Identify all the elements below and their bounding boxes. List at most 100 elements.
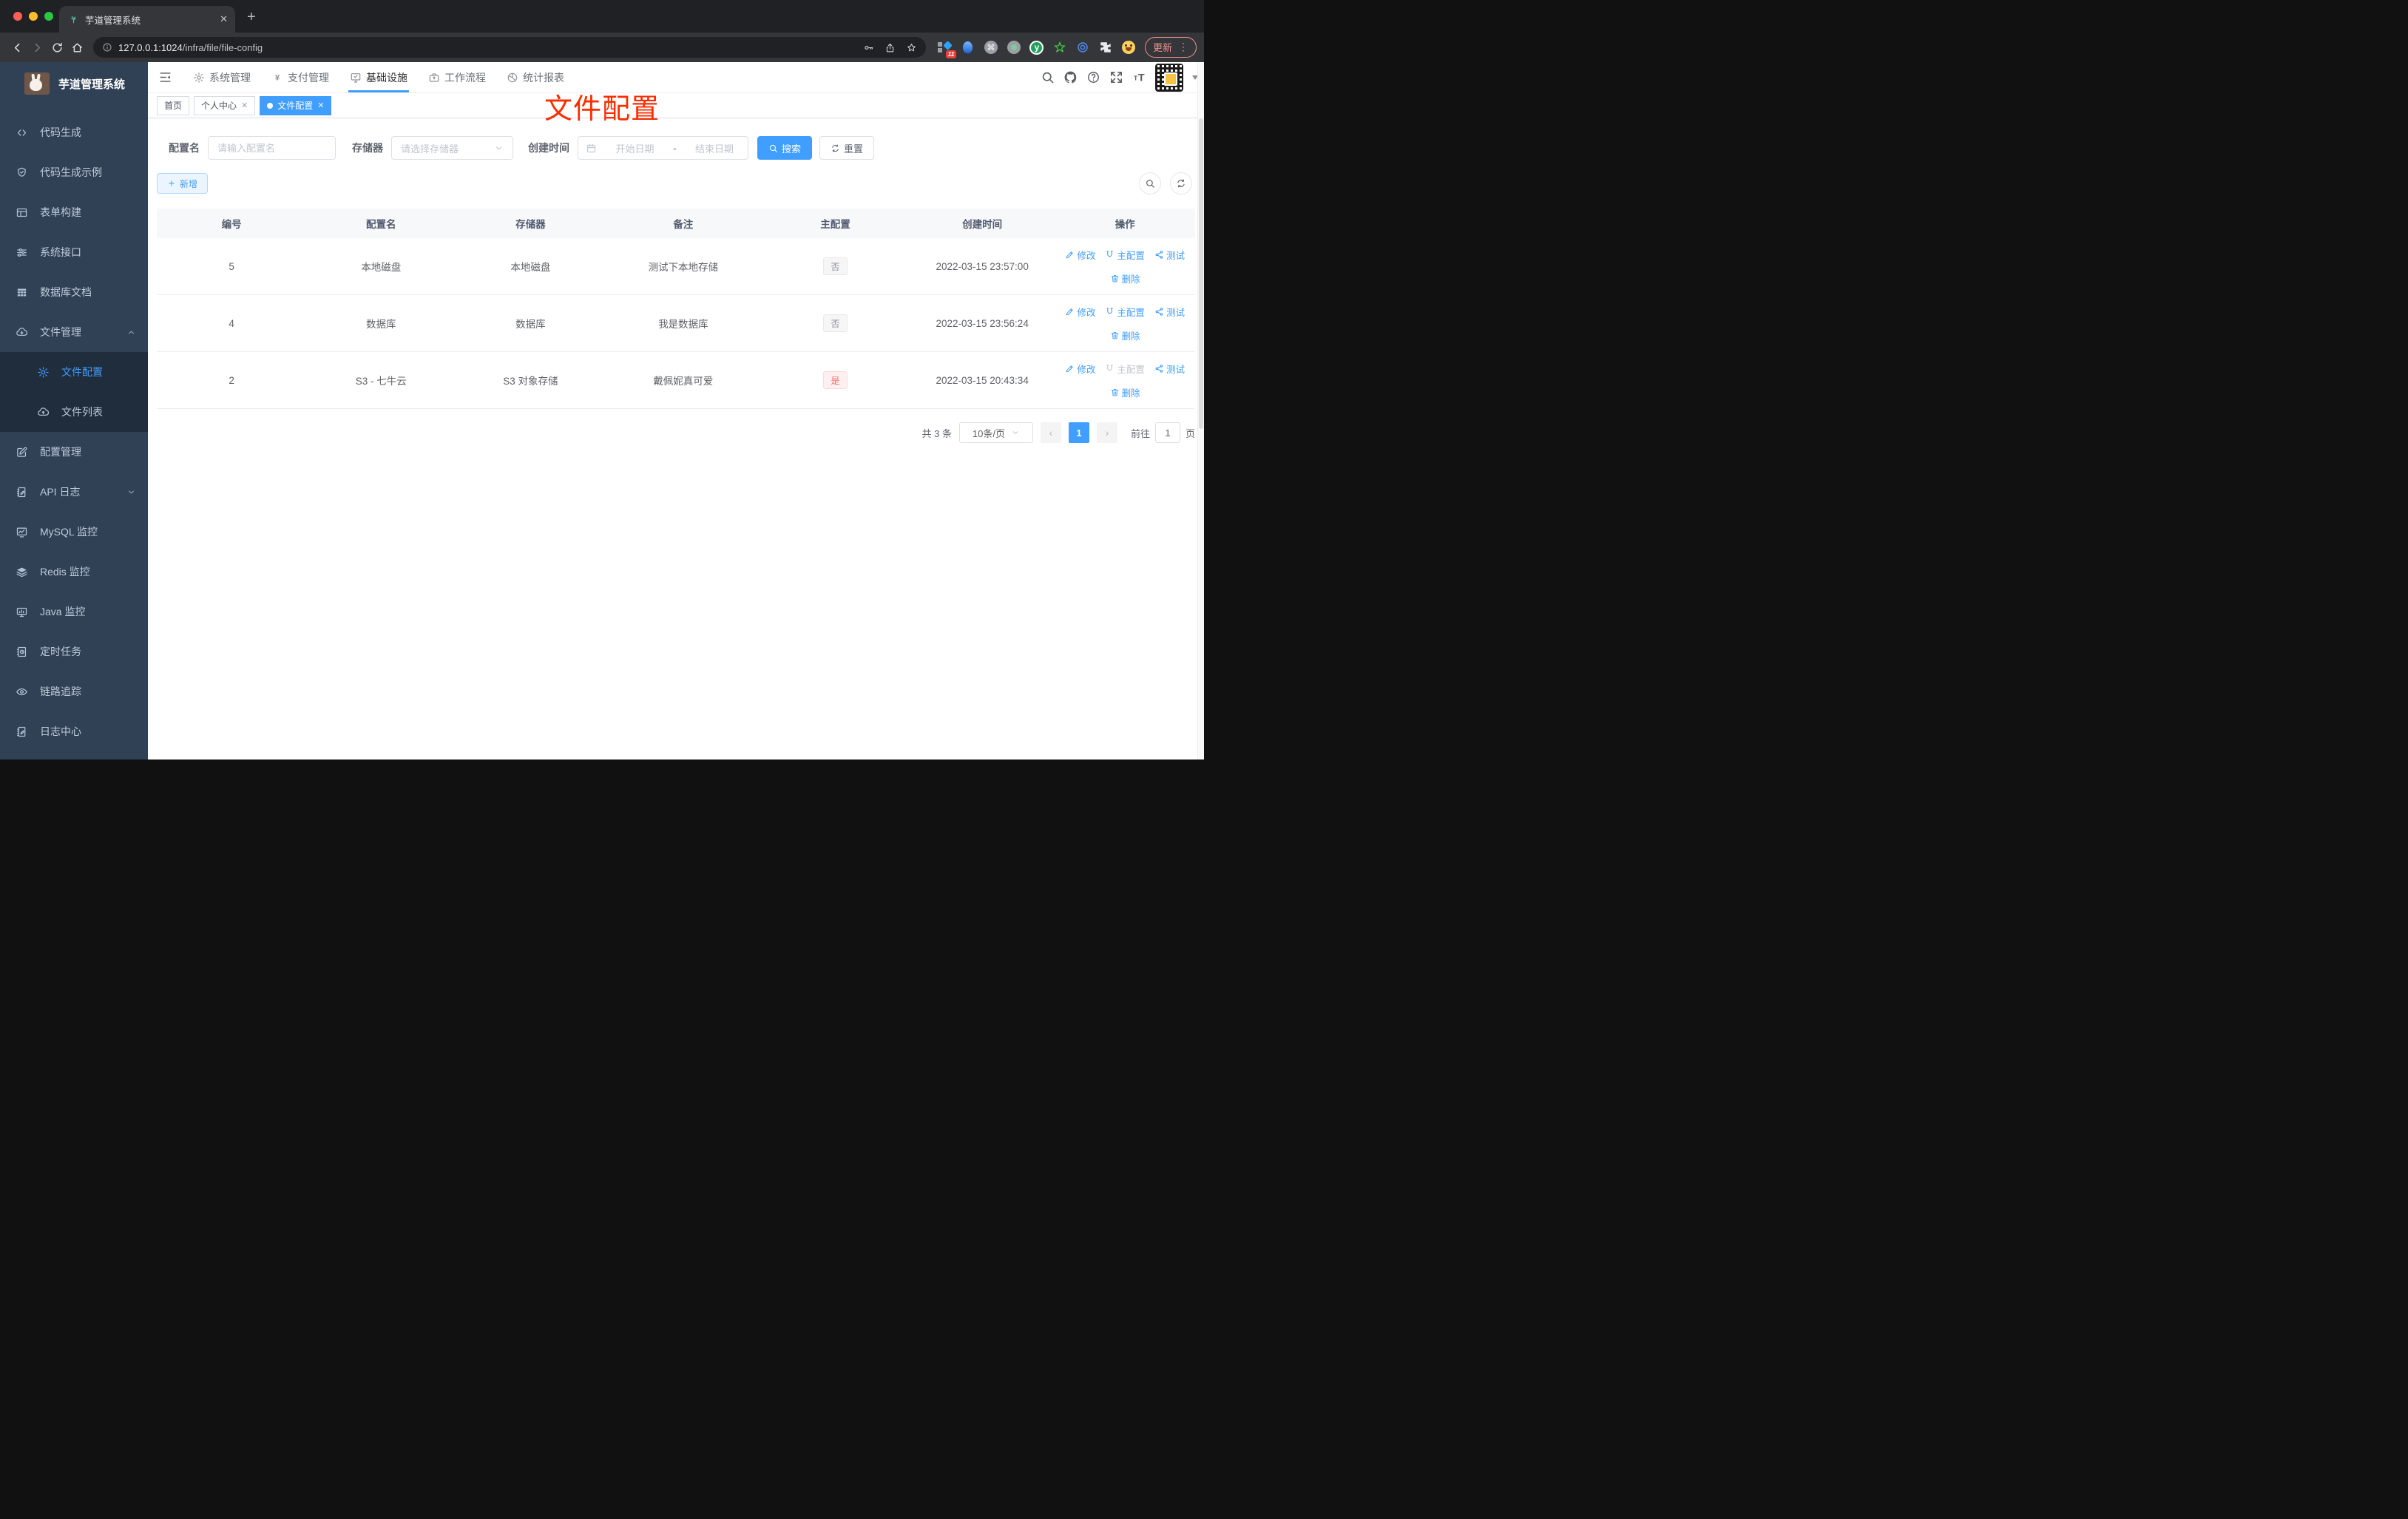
extension-command-icon[interactable]: ⌘ <box>984 40 998 55</box>
reset-button[interactable]: 重置 <box>819 136 875 160</box>
tab-close-icon[interactable]: ✕ <box>220 13 228 25</box>
topnav-item-workflow[interactable]: 工作流程 <box>418 62 496 92</box>
edit-action[interactable]: 修改 <box>1065 362 1095 376</box>
password-key-icon[interactable] <box>863 42 874 53</box>
sidebar-item-file-list[interactable]: 文件列表 <box>0 392 148 432</box>
table-row: 5 本地磁盘 本地磁盘 测试下本地存储 否 2022-03-15 23:57:00 修改 主配… <box>157 238 1195 295</box>
share-icon[interactable] <box>885 42 896 53</box>
github-icon[interactable] <box>1063 70 1078 84</box>
delete-action[interactable]: 删除 <box>1110 385 1140 399</box>
extension-grid-icon[interactable]: 11 <box>937 40 956 58</box>
sliders-icon <box>16 246 28 259</box>
edit-action[interactable]: 修改 <box>1065 248 1095 262</box>
sidebar-item-label: 链路追踪 <box>40 686 81 697</box>
tab-file-config[interactable]: 文件配置 ✕ <box>260 95 332 115</box>
tab-profile[interactable]: 个人中心 ✕ <box>194 95 256 115</box>
avatar[interactable] <box>1155 63 1183 92</box>
sidebar: 芋道管理系统 代码生成 代码生成示例 表单构建 系统接口 数据库文档 文件管理 文件配置 文件… <box>0 62 148 760</box>
delete-action[interactable]: 删除 <box>1110 328 1140 342</box>
search-icon[interactable] <box>1041 70 1055 84</box>
delete-action[interactable]: 删除 <box>1110 271 1140 285</box>
font-size-icon[interactable]: TT <box>1132 70 1146 84</box>
test-action[interactable]: 测试 <box>1154 248 1185 262</box>
cell-config-name: 本地磁盘 <box>361 262 402 273</box>
reload-icon[interactable] <box>47 38 67 58</box>
page-number-1[interactable]: 1 <box>1068 422 1089 443</box>
site-info-icon[interactable] <box>102 42 112 53</box>
sidebar-item-java-monitor[interactable]: Java 监控 <box>0 592 148 632</box>
set-master-action[interactable]: 主配置 <box>1105 305 1145 319</box>
extension-balloon-icon[interactable] <box>961 40 975 55</box>
sidebar-item-file-management[interactable]: 文件管理 <box>0 312 148 352</box>
extension-star-icon[interactable] <box>1052 40 1067 55</box>
home-icon[interactable] <box>67 38 87 58</box>
cell-primary: 否 <box>761 257 910 275</box>
next-page-button[interactable]: › <box>1096 422 1117 443</box>
sidebar-item-code-generation[interactable]: 代码生成 <box>0 112 148 152</box>
goto-page-input[interactable] <box>1154 422 1180 443</box>
maximize-window-button[interactable] <box>44 12 53 21</box>
extension-record-icon[interactable] <box>1007 40 1021 55</box>
extension-y-icon[interactable]: y <box>1029 40 1044 55</box>
config-name-input[interactable] <box>208 136 336 160</box>
extension-emoji-icon[interactable] <box>1121 40 1136 55</box>
browser-tab[interactable]: 芋道管理系统 ✕ <box>59 6 235 33</box>
topnav-item-infra[interactable]: 基础设施 <box>339 62 418 92</box>
sidebar-item-label: 文件管理 <box>40 326 81 338</box>
sidebar-item-system-api[interactable]: 系统接口 <box>0 232 148 272</box>
tab-close-icon[interactable]: ✕ <box>317 101 324 110</box>
new-tab-button[interactable]: + <box>247 9 256 26</box>
sidebar-item-config-management[interactable]: 配置管理 <box>0 432 148 472</box>
sidebar-item-file-config[interactable]: 文件配置 <box>0 352 148 392</box>
test-action[interactable]: 测试 <box>1154 362 1185 376</box>
cell-id: 5 <box>229 260 234 272</box>
extension-lens-icon[interactable] <box>1075 40 1090 55</box>
sidebar-item-label: MySQL 监控 <box>40 526 98 538</box>
topnav-item-pay[interactable]: ¥ 支付管理 <box>261 62 339 92</box>
sidebar-item-db-doc[interactable]: 数据库文档 <box>0 272 148 312</box>
refresh-table-button[interactable] <box>1170 172 1192 194</box>
scrollbar-thumb[interactable] <box>1199 118 1203 429</box>
sidebar-item-scheduled-task[interactable]: 定时任务 <box>0 632 148 671</box>
page-scrollbar[interactable] <box>1197 62 1204 760</box>
topnav-item-report[interactable]: 统计报表 <box>496 62 575 92</box>
sidebar-item-mysql-monitor[interactable]: MySQL 监控 <box>0 512 148 552</box>
sidebar-item-form-builder[interactable]: 表单构建 <box>0 192 148 232</box>
topnav-item-system[interactable]: 系统管理 <box>183 62 261 92</box>
toggle-search-button[interactable] <box>1139 172 1161 194</box>
search-button[interactable]: 搜索 <box>757 136 813 160</box>
sidebar-item-redis-monitor[interactable]: Redis 监控 <box>0 552 148 592</box>
address-bar[interactable]: 127.0.0.1:1024 /infra/file/file-config <box>93 37 926 58</box>
set-master-action[interactable]: 主配置 <box>1105 248 1145 262</box>
edit-action[interactable]: 修改 <box>1065 305 1095 319</box>
help-icon[interactable] <box>1086 70 1100 84</box>
refresh-icon <box>831 143 840 153</box>
note-icon <box>16 486 28 498</box>
forward-icon[interactable] <box>27 38 47 58</box>
sidebar-item-log-center[interactable]: 日志中心 <box>0 711 148 751</box>
minimize-window-button[interactable] <box>29 12 38 21</box>
bookmark-star-icon[interactable] <box>906 42 917 53</box>
add-button[interactable]: 新增 <box>157 173 209 194</box>
browser-menu-dots-icon[interactable]: ⋮ <box>1178 41 1188 53</box>
close-window-button[interactable] <box>13 12 22 21</box>
cell-id: 4 <box>229 317 234 329</box>
url-host: 127.0.0.1:1024 <box>118 41 183 53</box>
fullscreen-icon[interactable] <box>1109 70 1123 84</box>
storage-select[interactable]: 请选择存储器 <box>391 136 513 160</box>
extensions-puzzle-icon[interactable] <box>1098 40 1113 55</box>
date-range-picker[interactable]: 开始日期 - 结束日期 <box>578 136 748 160</box>
page-size-select[interactable]: 10条/页 <box>958 422 1033 443</box>
update-label: 更新 <box>1152 42 1172 53</box>
sidebar-item-trace[interactable]: 链路追踪 <box>0 671 148 711</box>
browser-update-button[interactable]: 更新 ⋮ <box>1144 37 1197 58</box>
prev-page-button[interactable]: ‹ <box>1040 422 1061 443</box>
tab-home[interactable]: 首页 <box>157 95 190 115</box>
back-icon[interactable] <box>7 38 27 58</box>
sidebar-item-api-log[interactable]: API 日志 <box>0 472 148 512</box>
sidebar-toggle-icon[interactable] <box>148 62 183 92</box>
sidebar-item-label: Redis 监控 <box>40 566 90 578</box>
tab-close-icon[interactable]: ✕ <box>241 101 248 110</box>
sidebar-item-code-example[interactable]: 代码生成示例 <box>0 152 148 192</box>
test-action[interactable]: 测试 <box>1154 305 1185 319</box>
